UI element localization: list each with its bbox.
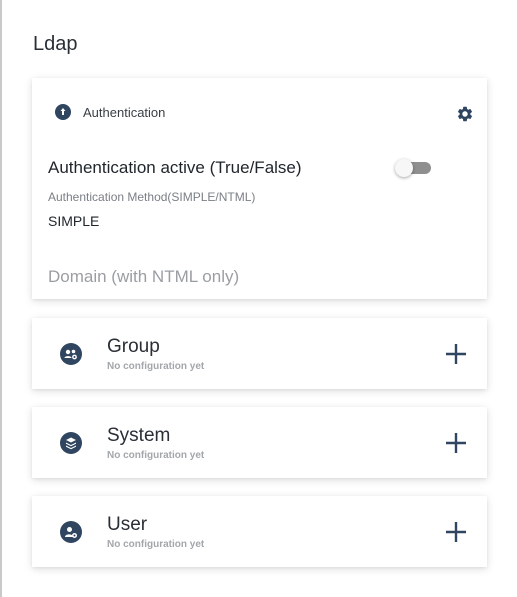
user-settings-icon — [60, 521, 82, 543]
group-subtitle: No configuration yet — [107, 361, 205, 372]
key-lock-icon — [55, 104, 71, 120]
add-system-button[interactable] — [444, 431, 468, 455]
authentication-active-toggle[interactable] — [395, 159, 431, 177]
authentication-active-label: Authentication active (True/False) — [48, 158, 302, 177]
authentication-method-label: Authentication Method(SIMPLE/NTML) — [48, 190, 256, 204]
authentication-card: Authentication Authentication active (Tr… — [32, 78, 487, 299]
system-title: System — [107, 425, 171, 446]
left-border — [0, 0, 2, 597]
group-title: Group — [107, 336, 160, 357]
gear-icon[interactable] — [456, 105, 474, 123]
system-subtitle: No configuration yet — [107, 450, 205, 461]
authentication-header-label: Authentication — [83, 105, 166, 120]
system-card: System No configuration yet — [32, 407, 487, 478]
user-card: User No configuration yet — [32, 496, 487, 567]
user-subtitle: No configuration yet — [107, 539, 205, 550]
group-card: Group No configuration yet — [32, 318, 487, 389]
toggle-knob — [395, 159, 413, 177]
authentication-method-field[interactable] — [48, 213, 348, 229]
add-group-button[interactable] — [444, 342, 468, 366]
layers-icon — [60, 432, 82, 454]
domain-field[interactable] — [48, 267, 468, 287]
page-title: Ldap — [33, 33, 78, 55]
group-users-icon — [60, 343, 82, 365]
user-title: User — [107, 514, 148, 535]
add-user-button[interactable] — [444, 520, 468, 544]
